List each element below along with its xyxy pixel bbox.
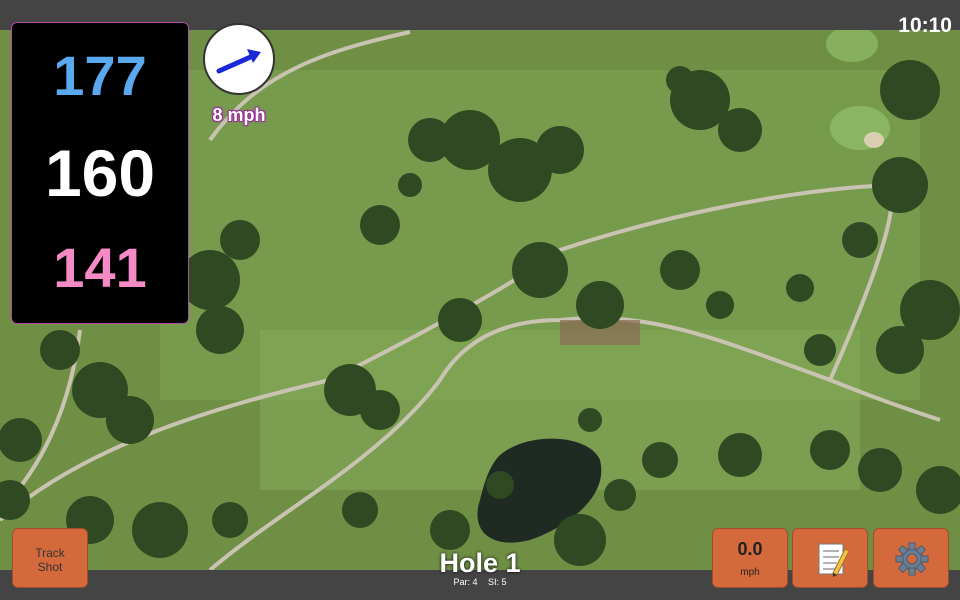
track-shot-label-line2: Shot (37, 560, 63, 574)
hole-details: Par: 4 SI: 5 (420, 577, 540, 587)
par-label: Par: 4 (453, 577, 478, 587)
distance-panel: 177 160 141 (11, 22, 189, 324)
back-distance: 177 (53, 44, 147, 107)
wind-speed: 8 mph (212, 105, 266, 125)
notepad-icon (818, 543, 850, 577)
middle-distance: 160 (44, 136, 156, 210)
speed-value: 0.0 (737, 539, 763, 559)
gear-icon (895, 542, 929, 576)
wind-arrow-icon (216, 49, 261, 74)
wind-direction-indicator (203, 23, 275, 95)
clock-time: 10:10 (898, 14, 952, 37)
settings-button[interactable] (873, 528, 949, 588)
notes-button[interactable] (792, 528, 868, 588)
track-shot-label-line1: Track (35, 546, 65, 560)
stroke-index-label: SI: 5 (488, 577, 507, 587)
track-shot-button[interactable]: Track Shot (12, 528, 88, 588)
hole-title: Hole 1 (439, 548, 521, 578)
front-distance: 141 (53, 236, 147, 299)
speed-button[interactable]: 0.0 mph (712, 528, 788, 588)
speed-unit: mph (740, 567, 760, 578)
